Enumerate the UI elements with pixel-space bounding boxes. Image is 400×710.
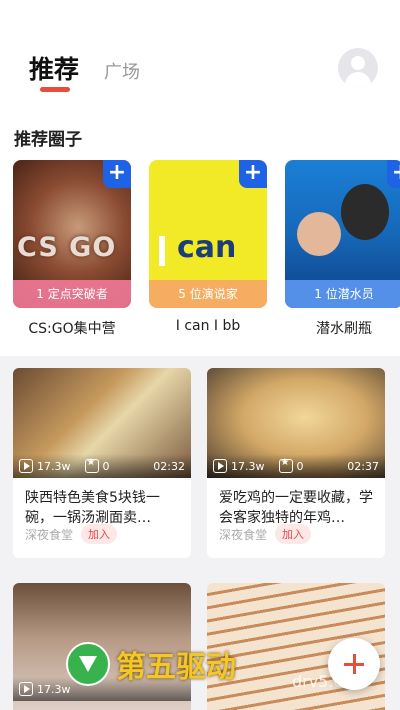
star-count: 0: [102, 459, 110, 473]
circles-list: CS GO + 1 定点突破者 CS:GO集中营 can + 5 位演说家 I …: [0, 160, 400, 340]
circle-card[interactable]: can + 5 位演说家 I can I bb: [149, 160, 267, 334]
add-post-button[interactable]: [328, 638, 380, 690]
video-stats: 17.3w 0 02:32: [13, 454, 191, 478]
circle-thumbnail: CS GO + 1 定点突破者: [13, 160, 131, 308]
screen: 推荐 广场 推荐圈子 CS GO + 1 定点突破者 CS:GO集中营 can: [0, 0, 400, 710]
circles-section-title: 推荐圈子: [14, 130, 82, 150]
circle-members: 1 定点突破者: [13, 280, 131, 308]
join-plus-button[interactable]: +: [387, 160, 400, 188]
video-duration: 02:32: [153, 459, 185, 473]
user-avatar-icon[interactable]: [338, 48, 378, 88]
play-icon: [19, 459, 33, 473]
star-icon: [278, 457, 293, 473]
video-stats: 17.3w 0 02:37: [207, 454, 385, 478]
circle-name: 潜水刷瓶: [316, 321, 372, 337]
star-count: 0: [296, 459, 304, 473]
circle-members: 1 位潜水员: [285, 280, 400, 308]
thumb-bar: [159, 236, 165, 266]
circle-name: I can I bb: [175, 318, 241, 334]
tab-active-indicator: [40, 87, 70, 92]
play-icon: [19, 682, 33, 696]
video-title[interactable]: 爱吃鸡的一定要收藏，学会客家独特的年鸡…: [207, 478, 385, 530]
tab-recommended[interactable]: 推荐: [29, 50, 79, 86]
video-duration: 02:37: [347, 459, 379, 473]
star-icon: [84, 457, 99, 473]
watermark-brand: 第五驱动: [116, 650, 236, 685]
diver-figure: [297, 212, 341, 256]
avatar-head: [351, 56, 365, 70]
video-thumbnail[interactable]: 17.3w 0 02:32: [13, 368, 191, 478]
watermark: 第五驱动: [66, 642, 236, 686]
card-meta: 深夜食堂 加入: [25, 524, 118, 544]
circle-thumb-text: CS GO: [17, 232, 117, 263]
circle-card[interactable]: CS GO + 1 定点突破者 CS:GO集中营: [13, 160, 131, 338]
circle-thumbnail: can + 5 位演说家: [149, 160, 267, 308]
tab-square[interactable]: 广场: [104, 58, 140, 84]
join-button[interactable]: 加入: [81, 524, 118, 544]
circle-thumb-text: can: [177, 230, 237, 265]
join-button[interactable]: 加入: [275, 524, 312, 544]
download-arrow-icon: [66, 642, 110, 686]
view-count: 17.3w: [231, 459, 265, 473]
circle-thumbnail: + 1 位潜水员: [285, 160, 400, 308]
join-plus-button[interactable]: +: [239, 160, 267, 188]
avatar-body: [345, 72, 371, 88]
circle-label[interactable]: 深夜食堂: [25, 526, 73, 543]
feed-card[interactable]: 17.3w 0 02:32 陕西特色美食5块钱一碗，一锅汤涮面卖… 深夜食堂 加…: [13, 368, 191, 558]
video-thumbnail[interactable]: 17.3w 0 02:37: [207, 368, 385, 478]
circle-members: 5 位演说家: [149, 280, 267, 308]
play-icon: [213, 459, 227, 473]
view-count: 17.3w: [37, 459, 71, 473]
video-title[interactable]: 陕西特色美食5块钱一碗，一锅汤涮面卖…: [13, 478, 191, 530]
header-area: 推荐 广场 推荐圈子 CS GO + 1 定点突破者 CS:GO集中营 can: [0, 0, 400, 356]
diver-figure: [341, 184, 389, 240]
feed-card[interactable]: 17.3w 0 02:37 爱吃鸡的一定要收藏，学会客家独特的年鸡… 深夜食堂 …: [207, 368, 385, 558]
join-plus-button[interactable]: +: [103, 160, 131, 188]
card-meta: 深夜食堂 加入: [219, 524, 312, 544]
circle-label[interactable]: 深夜食堂: [219, 526, 267, 543]
circle-card[interactable]: + 1 位潜水员 潜水刷瓶: [285, 160, 400, 338]
circle-name: CS:GO集中营: [28, 321, 116, 337]
